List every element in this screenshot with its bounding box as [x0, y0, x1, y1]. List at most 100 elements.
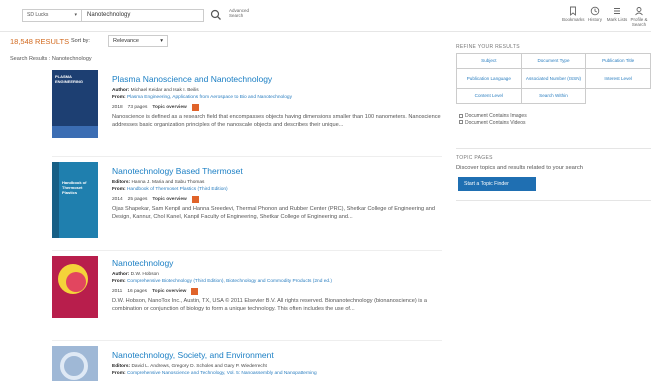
tool-label: Profile & Search — [630, 17, 648, 27]
result-item: Handbook of Thermoset Plastics Nanotechn… — [52, 162, 442, 244]
search-input[interactable]: Nanotechnology — [82, 9, 204, 22]
list-icon — [614, 8, 620, 14]
result-year: 2014 — [112, 197, 123, 202]
user-icon — [635, 7, 643, 16]
result-divider — [52, 340, 442, 341]
result-item: PLASMA ENGINEERING Plasma Nanoscience an… — [52, 70, 442, 152]
clock-icon — [590, 6, 600, 16]
book-cover[interactable]: PLASMA ENGINEERING — [52, 70, 98, 138]
profile-search-button[interactable]: Profile & Search — [628, 6, 650, 27]
authors-label: Author: — [112, 272, 130, 277]
result-divider — [52, 250, 442, 251]
chevron-down-icon: ▾ — [160, 38, 163, 44]
result-stats: 2011 16 pages Topic overview — [112, 287, 442, 296]
history-button[interactable]: History — [584, 6, 606, 22]
sort-value: Relevance — [113, 38, 139, 44]
topic-finder-button[interactable]: Start a Topic Finder — [458, 177, 536, 191]
source-link[interactable]: Plasma Engineering, Applications from Ae… — [127, 95, 292, 100]
book-cover[interactable] — [52, 256, 98, 318]
search-scope-select[interactable]: SD Lucks ▾ — [22, 9, 82, 22]
checkbox-label: Document Contains Videos — [465, 119, 526, 126]
result-stats: 2018 73 pages Topic overview — [112, 103, 442, 112]
authors-label: Editors: — [112, 180, 131, 185]
results-count: 18,548 RESULTS — [10, 37, 69, 46]
book-cover-title: PLASMA ENGINEERING — [55, 74, 84, 84]
chevron-down-icon: ▾ — [74, 12, 77, 18]
authors-value: Michael Keidar and Isak I. Beilis — [130, 88, 199, 93]
topic-overview-label: Topic overview — [152, 289, 187, 294]
from-label: From: — [112, 94, 126, 100]
result-title[interactable]: Nanotechnology, Society, and Environment — [112, 350, 442, 360]
checkbox[interactable] — [459, 120, 463, 125]
result-source: From: Handbook of Thermoset Plastics (Th… — [112, 187, 442, 194]
refine-option[interactable]: Publication Title — [585, 53, 651, 69]
topic-pages-description: Discover topics and results related to y… — [456, 165, 583, 171]
refine-option[interactable]: Subject — [456, 53, 522, 69]
book-cover-swirl — [60, 352, 88, 380]
result-abstract: Ojas Shapekar, Sam Kenpil and Hanna Sree… — [112, 206, 435, 220]
pdf-icon[interactable] — [191, 288, 199, 295]
topic-finder-label: Start a Topic Finder — [464, 181, 509, 187]
source-link[interactable]: Comprehensive Biotechnology (Third Editi… — [127, 279, 332, 284]
refine-title: REFINE YOUR RESULTS — [456, 44, 520, 50]
result-year: 2018 — [112, 105, 123, 110]
checkbox-row[interactable]: Document Contains Videos — [459, 120, 527, 127]
checkbox-label: Document Contains Images — [465, 113, 527, 119]
result-stats: 2014 25 pages Topic overview — [112, 195, 442, 204]
mark-lists-button[interactable]: Mark Lists — [606, 6, 628, 22]
result-abstract: Nanoscience is defined as a research fie… — [112, 114, 441, 128]
refine-grid: Subject Document Type Publication Title … — [456, 53, 651, 104]
tool-label: Bookmarks — [562, 17, 585, 22]
result-abstract: D.W. Hobson, NanoTox Inc., Austin, TX, U… — [112, 298, 427, 312]
refine-option[interactable]: Associated Number (ISSN) — [520, 68, 587, 89]
refine-empty-cell — [586, 89, 651, 104]
from-label: From: — [112, 278, 126, 284]
result-source: From: Comprehensive Biotechnology (Third… — [112, 279, 442, 286]
source-link[interactable]: Handbook of Thermoset Plastics (Third Ed… — [127, 187, 228, 192]
result-title[interactable]: Nanotechnology Based Thermoset — [112, 166, 442, 176]
result-pages: 16 pages — [127, 289, 148, 294]
authors-value: D.W. Hobson — [130, 272, 159, 277]
result-item: Nanotechnology, Society, and Environment… — [52, 346, 442, 381]
result-divider — [52, 156, 442, 157]
result-source: From: Comprehensive Nanoscience and Tech… — [112, 371, 442, 378]
source-link[interactable]: Comprehensive Nanoscience and Technology… — [127, 371, 317, 376]
refine-option[interactable]: Interest Level — [585, 68, 651, 89]
result-pages: 73 pages — [127, 105, 148, 110]
checkbox[interactable] — [459, 113, 463, 118]
sort-select[interactable]: Relevance ▾ — [108, 35, 168, 47]
refine-option[interactable]: Publication Language — [456, 68, 522, 89]
topic-overview-label: Topic overview — [152, 197, 187, 202]
result-item: Nanotechnology Author: D.W. Hobson From:… — [52, 256, 442, 338]
book-cover-stripe — [52, 162, 59, 238]
result-source: From: Plasma Engineering, Applications f… — [112, 95, 442, 102]
panel-divider — [456, 148, 651, 149]
refine-option[interactable]: Document Type — [520, 53, 587, 69]
refine-checks: Document Contains Images Document Contai… — [459, 113, 527, 126]
from-label: From: — [112, 186, 126, 192]
breadcrumb[interactable]: Search Results : Nanotechnology — [10, 56, 92, 62]
refine-option[interactable]: Content Level — [456, 88, 522, 104]
top-bar: SD Lucks ▾ Nanotechnology Advanced Searc… — [0, 0, 651, 32]
sort-label: Sort by: — [71, 38, 90, 44]
refine-option[interactable]: Search Within — [520, 88, 587, 104]
pdf-icon[interactable] — [191, 104, 199, 111]
bookmark-icon — [570, 6, 576, 16]
advanced-search-link[interactable]: Advanced Search — [229, 8, 251, 18]
search-icon[interactable] — [210, 9, 222, 21]
bookmarks-button[interactable]: Bookmarks — [562, 6, 585, 22]
tool-label: History — [587, 17, 602, 22]
book-cover[interactable]: Handbook of Thermoset Plastics — [52, 162, 98, 238]
topic-overview-label: Topic overview — [152, 105, 187, 110]
authors-value: David L. Andrews, Gregory D. Scholes and… — [131, 364, 267, 369]
pdf-icon[interactable] — [191, 196, 199, 203]
from-label: From: — [112, 370, 126, 376]
results-label: RESULTS — [35, 37, 70, 46]
panel-divider — [456, 200, 651, 201]
results-count-number: 18,548 — [10, 37, 33, 46]
book-cover[interactable] — [52, 346, 98, 381]
book-cover-title: Handbook of Thermoset Plastics — [62, 180, 87, 195]
result-title[interactable]: Plasma Nanoscience and Nanotechnology — [112, 74, 442, 84]
result-title[interactable]: Nanotechnology — [112, 258, 442, 268]
authors-value: Hanna J. Maria and Sabu Thomas — [131, 180, 205, 185]
